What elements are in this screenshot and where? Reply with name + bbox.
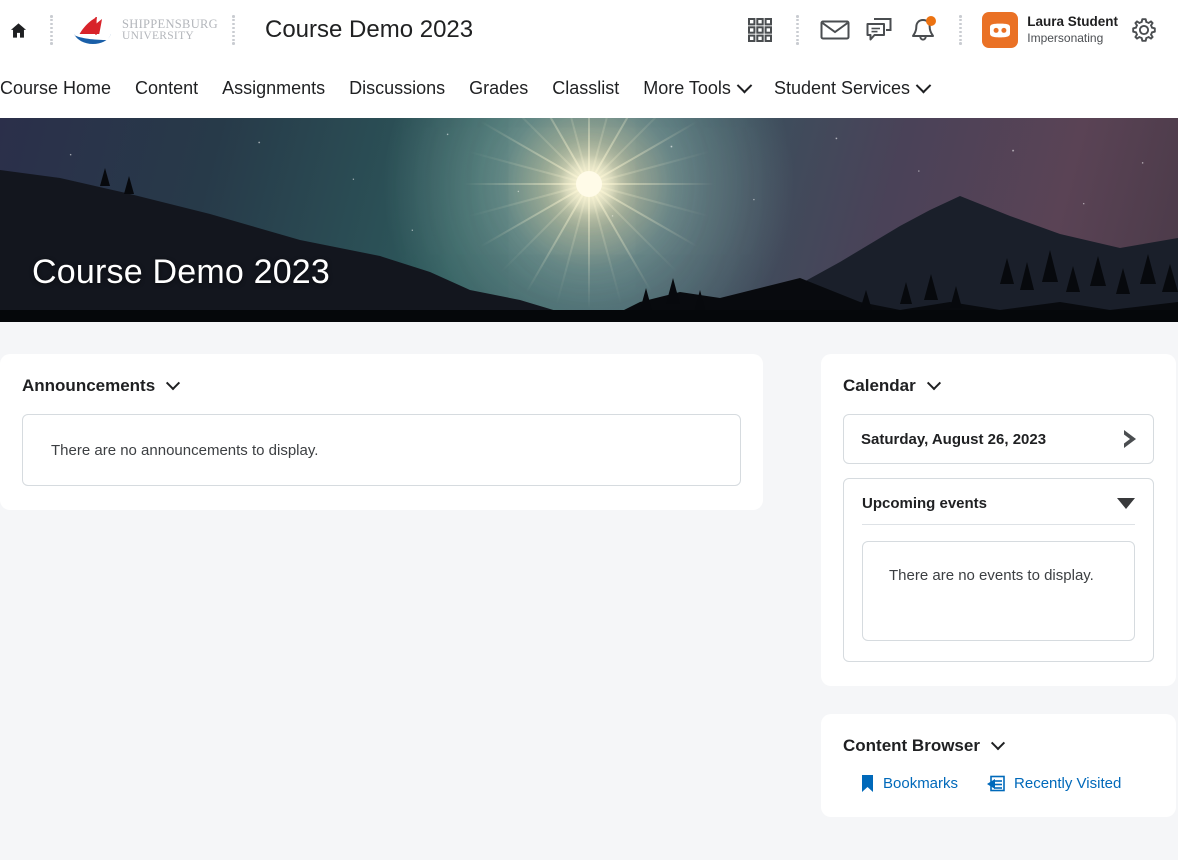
nav-label: More Tools	[643, 78, 731, 98]
right-column: Calendar Saturday, August 26, 2023 Upcom…	[821, 354, 1176, 817]
nav-item-student-services[interactable]: Student Services	[762, 72, 941, 105]
nav-label: Course Home	[0, 78, 112, 98]
nav-label: Student Services	[773, 78, 911, 98]
triangle-right-icon[interactable]	[1122, 430, 1136, 448]
course-banner: Course Demo 2023	[0, 118, 1178, 322]
alerts-button[interactable]	[901, 8, 945, 52]
nav-label: Classlist	[552, 78, 620, 98]
announcements-empty-message: There are no announcements to display.	[22, 414, 741, 486]
left-column: Announcements There are no announcements…	[0, 354, 763, 510]
institution-logo[interactable]: SHIPPENSBURG UNIVERSITY	[71, 15, 218, 45]
user-name: Laura Student	[1027, 14, 1118, 30]
user-menu[interactable]: Laura Student Impersonating	[982, 12, 1122, 48]
header-divider-left	[50, 15, 53, 45]
content-browser-title: Content Browser	[843, 736, 980, 755]
chevron-down-icon[interactable]	[990, 736, 1006, 751]
calendar-date-row[interactable]: Saturday, August 26, 2023	[843, 414, 1154, 464]
logo-line-2: UNIVERSITY	[122, 29, 194, 42]
course-navbar: Course Home Content Assignments Discussi…	[0, 60, 1178, 118]
triangle-down-icon[interactable]	[1117, 498, 1135, 509]
recently-visited-label: Recently Visited	[1014, 775, 1122, 792]
nav-item-content[interactable]: Content	[123, 72, 210, 105]
nav-item-course-home[interactable]: Course Home	[0, 72, 123, 105]
institution-logo-text: SHIPPENSBURG UNIVERSITY	[122, 18, 218, 42]
bookmarks-label: Bookmarks	[883, 775, 959, 792]
logo-line-1: SHIPPENSBURG	[122, 17, 218, 31]
chevron-down-icon[interactable]	[166, 376, 181, 391]
envelope-icon	[820, 20, 850, 40]
home-icon	[10, 22, 26, 38]
chevron-down-icon	[915, 77, 932, 94]
mail-button[interactable]	[813, 8, 857, 52]
bookmarks-link[interactable]: Bookmarks	[861, 774, 958, 793]
header-actions: Laura Student Impersonating	[738, 8, 1166, 52]
mask-avatar-icon	[990, 23, 1011, 37]
nav-item-classlist[interactable]: Classlist	[540, 72, 631, 105]
nav-label: Assignments	[222, 78, 326, 98]
upcoming-events-header[interactable]: Upcoming events	[862, 495, 1135, 525]
calendar-current-date: Saturday, August 26, 2023	[861, 430, 1047, 448]
nav-item-more-tools[interactable]: More Tools	[631, 72, 762, 105]
header-divider-right	[232, 15, 235, 45]
user-status: Impersonating	[1027, 30, 1104, 45]
content-browser-header: Content Browser	[843, 736, 1154, 756]
recently-visited-icon	[987, 775, 1005, 791]
upcoming-events-title: Upcoming events	[862, 495, 988, 512]
grid-apps-icon	[748, 18, 773, 43]
homepage-content: Announcements There are no announcements…	[0, 322, 1178, 817]
top-header-bar: SHIPPENSBURG UNIVERSITY Course Demo 2023	[0, 0, 1178, 60]
header-divider-user	[959, 15, 962, 45]
announcements-title: Announcements	[22, 376, 156, 395]
announcements-header: Announcements	[22, 376, 741, 396]
calendar-widget: Calendar Saturday, August 26, 2023 Upcom…	[821, 354, 1176, 686]
settings-button[interactable]	[1122, 8, 1166, 52]
calendar-title: Calendar	[843, 376, 916, 395]
nav-item-discussions[interactable]: Discussions	[337, 72, 457, 105]
apps-waffle-button[interactable]	[738, 8, 782, 52]
upcoming-events-section: Upcoming events There are no events to d…	[843, 478, 1154, 662]
upcoming-events-empty-message: There are no events to display.	[862, 541, 1135, 641]
nav-item-assignments[interactable]: Assignments	[210, 72, 337, 105]
nav-label: Content	[135, 78, 199, 98]
messages-button[interactable]	[857, 8, 901, 52]
chevron-down-icon	[736, 77, 753, 94]
bookmark-icon	[862, 775, 873, 792]
content-browser-widget: Content Browser Bookmarks Recently Visit…	[821, 714, 1176, 817]
header-divider-actions	[796, 15, 799, 45]
user-identity: Laura Student Impersonating	[1027, 14, 1118, 46]
home-button[interactable]	[0, 12, 36, 48]
announcements-widget: Announcements There are no announcements…	[0, 354, 763, 510]
avatar	[982, 12, 1019, 48]
chevron-down-icon[interactable]	[926, 376, 941, 391]
nav-item-grades[interactable]: Grades	[457, 72, 540, 105]
content-browser-links: Bookmarks Recently Visited	[843, 774, 1154, 793]
nav-label: Grades	[469, 78, 529, 98]
nav-label: Discussions	[349, 78, 446, 98]
banner-course-title: Course Demo 2023	[32, 253, 331, 291]
gear-icon	[1132, 18, 1156, 42]
banner-mountains	[0, 168, 1178, 322]
ship-logo-icon	[74, 17, 111, 44]
course-title-header: Course Demo 2023	[265, 16, 474, 43]
chat-bubbles-icon	[866, 18, 892, 41]
recently-visited-link[interactable]: Recently Visited	[986, 775, 1121, 793]
calendar-header: Calendar	[843, 376, 1154, 396]
